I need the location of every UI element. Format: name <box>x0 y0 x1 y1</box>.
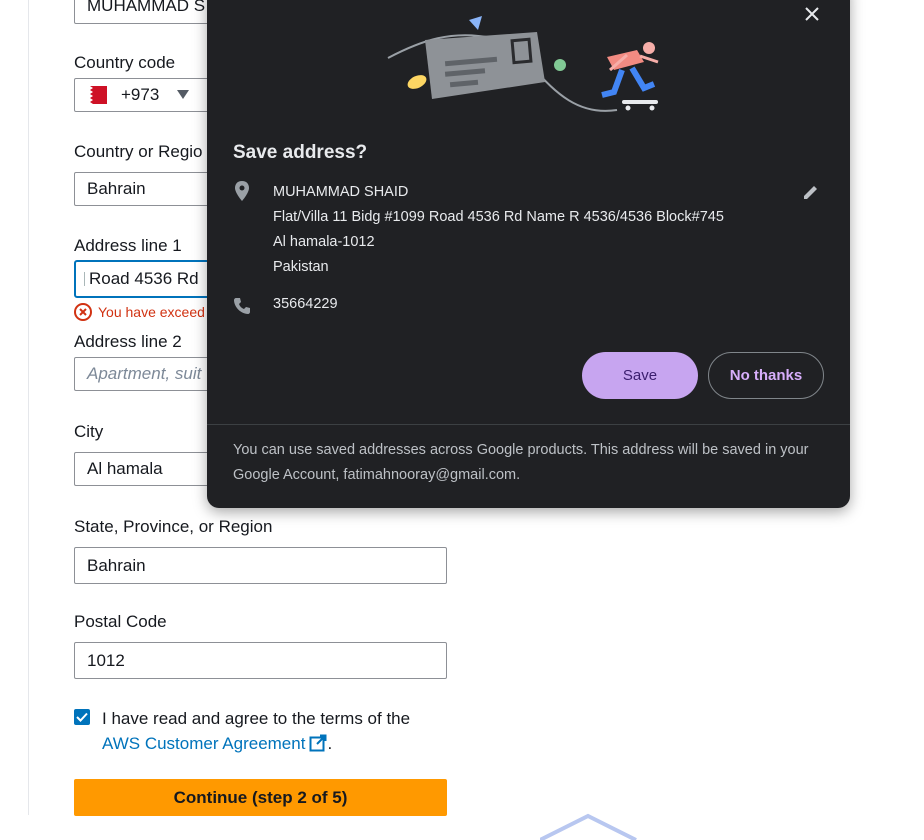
address-line2-placeholder: Apartment, suit <box>87 364 202 383</box>
postal-code-input[interactable]: 1012 <box>74 642 447 679</box>
agreement-period: . <box>327 734 333 753</box>
agreement-text: I have read and agree to the terms of th… <box>102 709 411 728</box>
continue-button[interactable]: Continue (step 2 of 5) <box>74 779 447 816</box>
address-line2-label: Address line 2 <box>74 332 182 351</box>
agreement-row: I have read and agree to the terms of th… <box>74 706 410 756</box>
error-text: You have exceed <box>98 304 205 320</box>
phone-icon <box>234 298 250 314</box>
edit-pencil-icon[interactable] <box>802 183 820 201</box>
country-code-value: +973 <box>121 85 160 104</box>
save-button[interactable]: Save <box>582 352 698 399</box>
country-label: Country or Regio <box>74 142 203 161</box>
dialog-footer-text: You can use saved addresses across Googl… <box>233 442 809 483</box>
address-country: Pakistan <box>273 259 329 275</box>
decorative-shape <box>540 813 637 840</box>
error-icon <box>74 303 92 321</box>
address-name: MUHAMMAD SHAID <box>273 184 409 200</box>
state-value: Bahrain <box>87 555 146 575</box>
city-label: City <box>74 422 104 441</box>
agreement-link-text: AWS Customer Agreement <box>102 734 306 753</box>
city-value: Al hamala <box>87 459 163 478</box>
no-thanks-button[interactable]: No thanks <box>708 352 824 399</box>
address-line-1: Flat/Villa 11 Bidg #1099 Road 4536 Rd Na… <box>273 209 724 225</box>
dialog-title: Save address? <box>233 142 368 163</box>
country-code-label: Country code <box>74 53 176 72</box>
country-value: Bahrain <box>87 179 146 198</box>
aws-customer-agreement-link[interactable]: AWS Customer Agreement <box>102 734 327 753</box>
text-cursor <box>84 272 85 286</box>
country-code-select[interactable]: +973 <box>74 78 214 112</box>
external-link-icon <box>309 734 327 752</box>
no-thanks-label: No thanks <box>729 367 803 384</box>
continue-label: Continue (step 2 of 5) <box>173 787 348 807</box>
full-name-value: MUHAMMAD S <box>87 0 206 15</box>
address-line1-value: Road 4536 Rd <box>89 269 199 288</box>
state-label: State, Province, or Region <box>74 517 273 536</box>
postal-code-label: Postal Code <box>74 612 167 631</box>
address-illustration <box>387 16 659 112</box>
address-line1-error: You have exceed <box>74 303 205 321</box>
checkmark-icon <box>76 712 88 722</box>
dialog-divider <box>207 424 850 425</box>
save-label: Save <box>622 367 658 384</box>
close-icon[interactable] <box>804 6 820 22</box>
dropdown-arrow-icon <box>177 90 190 99</box>
address-line-2: Al hamala-1012 <box>273 234 375 250</box>
address-block: MUHAMMAD SHAID Flat/Villa 11 Bidg #1099 … <box>273 180 724 280</box>
bahrain-flag-icon <box>83 86 107 104</box>
postal-code-value: 1012 <box>87 650 125 670</box>
state-input[interactable]: Bahrain <box>74 547 447 584</box>
page-left-border <box>28 0 29 815</box>
save-address-dialog: Save address? MUHAMMAD SHAID Flat/Villa … <box>207 0 850 508</box>
phone-number: 35664229 <box>273 296 338 312</box>
agreement-checkbox[interactable] <box>74 709 90 725</box>
address-line1-label: Address line 1 <box>74 236 182 255</box>
location-pin-icon <box>235 181 249 201</box>
